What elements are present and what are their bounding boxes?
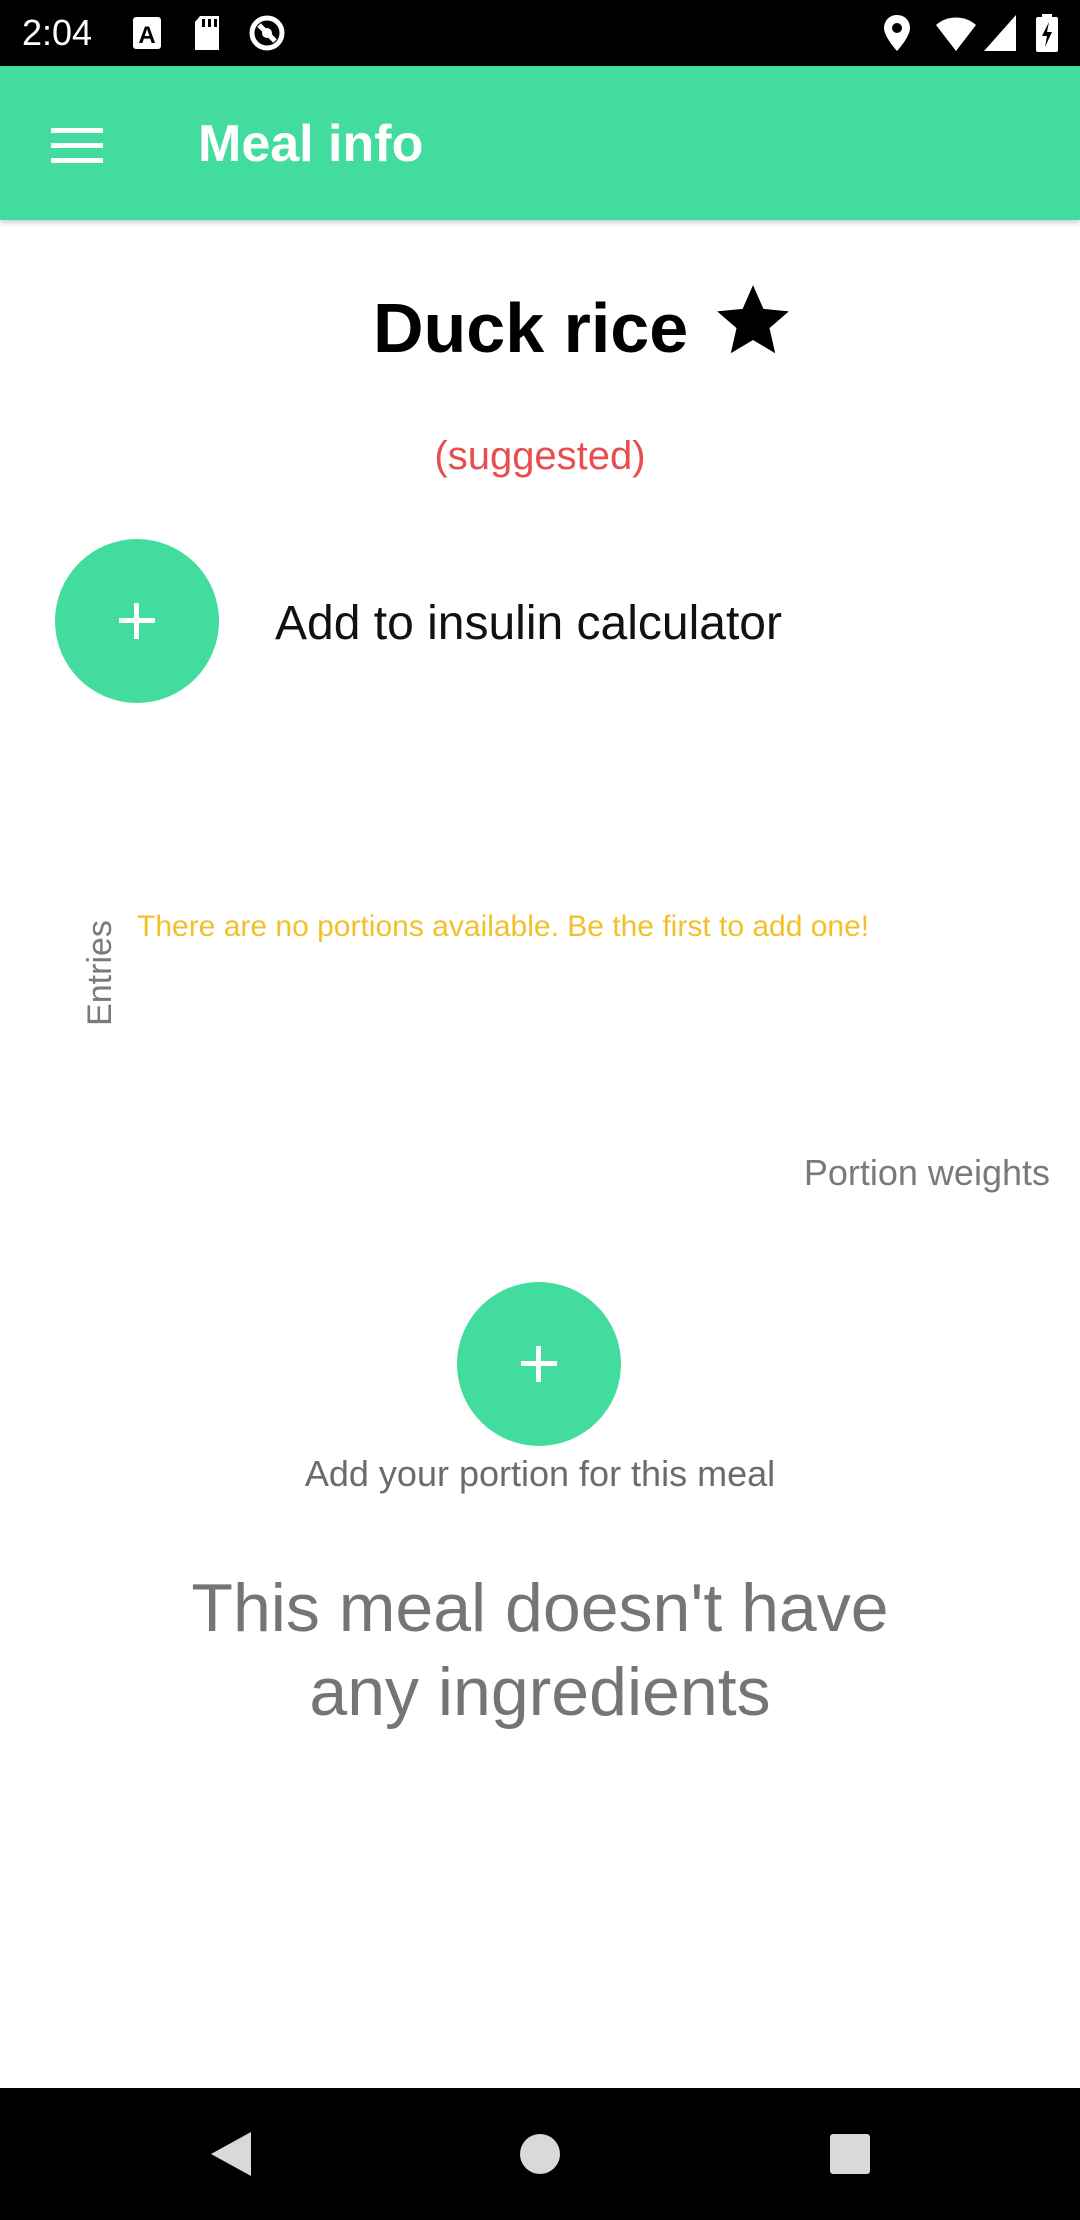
app-bar: Meal info xyxy=(0,66,1080,220)
svg-text:A: A xyxy=(138,22,155,49)
wifi-icon xyxy=(936,17,976,51)
suggested-status: (suggested) xyxy=(434,434,646,478)
no-ingredients-message: This meal doesn't have any ingredients xyxy=(0,1566,1080,1734)
add-portion-label: Add your portion for this meal xyxy=(304,1453,776,1494)
signal-icon xyxy=(984,15,1016,51)
add-to-calculator-label: Add to insulin calculator xyxy=(275,597,782,650)
location-icon xyxy=(884,15,910,51)
navigation-bar xyxy=(0,2088,1080,2220)
recents-button[interactable] xyxy=(810,2114,890,2194)
status-time: 2:04 xyxy=(22,12,93,53)
battery-icon xyxy=(1036,14,1058,52)
plus-icon xyxy=(119,603,155,639)
sync-icon xyxy=(249,15,285,51)
star-icon[interactable] xyxy=(710,278,796,364)
no-ingredients-line-1: This meal doesn't have xyxy=(191,1570,889,1646)
hamburger-menu-icon xyxy=(51,128,103,163)
add-portion-button[interactable] xyxy=(457,1282,621,1446)
plus-icon xyxy=(521,1346,557,1382)
portion-weights-header: Portion weights xyxy=(803,1152,1050,1193)
recents-icon xyxy=(830,2134,870,2174)
a-notification-icon: A xyxy=(133,17,161,49)
home-button[interactable] xyxy=(500,2114,580,2194)
no-ingredients-line-2: any ingredients xyxy=(309,1654,771,1730)
app-title: Meal info xyxy=(198,115,424,173)
menu-button[interactable] xyxy=(30,106,124,186)
back-icon xyxy=(211,2132,251,2176)
back-button[interactable] xyxy=(190,2114,270,2194)
no-portions-message: There are no portions available. Be the … xyxy=(137,910,870,943)
add-to-calculator-button[interactable] xyxy=(55,539,219,703)
sd-card-icon xyxy=(195,16,219,50)
home-icon xyxy=(520,2134,560,2174)
status-bar: 2:04 A xyxy=(0,0,1080,66)
meal-title: Duck rice xyxy=(373,289,689,367)
entries-label: Entries xyxy=(81,920,119,1026)
